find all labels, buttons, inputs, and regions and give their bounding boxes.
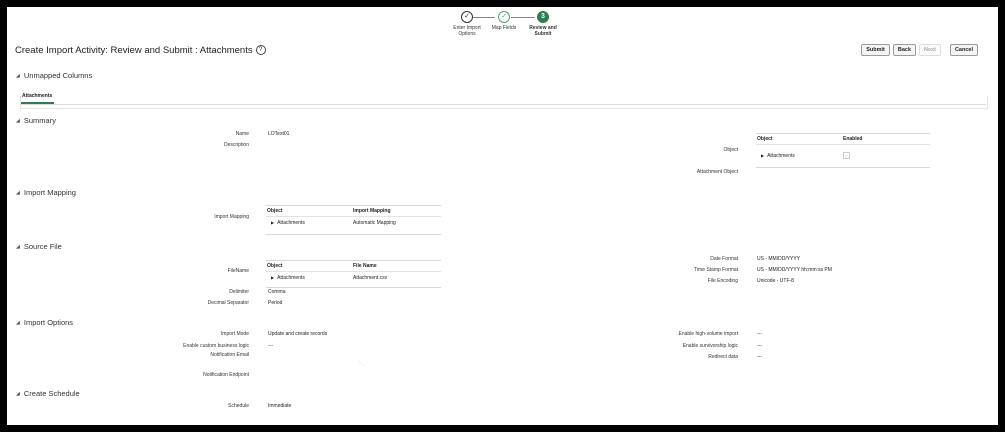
help-icon[interactable]: ?	[255, 45, 266, 56]
unmapped-tab-panel	[20, 96, 988, 109]
col-header-file-name: File Name	[353, 263, 377, 269]
filename-label: FileName	[227, 268, 249, 274]
section-title: Summary	[23, 116, 56, 125]
collapse-triangle-icon[interactable]: ◢	[16, 244, 20, 250]
description-label: Description	[223, 142, 249, 148]
enabled-checkbox: ✓	[843, 152, 850, 159]
train-step-review-and-submit[interactable]: 3 Review and Submit	[513, 11, 573, 37]
col-header-object: Object	[757, 136, 773, 142]
section-title: Import Options	[23, 318, 74, 327]
collapse-triangle-icon[interactable]: ◢	[16, 391, 20, 397]
file-encoding-value: Unicode - UTF-8	[757, 278, 794, 284]
table-row[interactable]: ▶ Attachments	[271, 275, 305, 281]
expand-arrow-icon[interactable]: ▶	[271, 275, 274, 280]
train-step-label: Review and Submit	[513, 25, 573, 37]
back-button[interactable]: Back	[892, 44, 917, 56]
notification-email-label: Notification Email	[210, 352, 249, 358]
collapse-triangle-icon[interactable]: ◢	[16, 118, 20, 124]
collapse-triangle-icon[interactable]: ◢	[16, 73, 20, 79]
table-header-divider	[756, 144, 930, 145]
decimal-separator-label: Decimal Separator	[207, 300, 249, 306]
table-row[interactable]: ▶ Attachments	[271, 220, 305, 226]
row-mapping-value: Automatic Mapping	[353, 220, 396, 226]
attachment-object-label: Attachment Object	[696, 169, 738, 175]
table-row[interactable]: ▶ Attachments	[761, 153, 795, 159]
schedule-label: Schedule	[228, 403, 249, 409]
date-format-label: Date Format	[710, 256, 738, 262]
submit-button[interactable]: Submit	[861, 44, 890, 56]
col-header-enabled: Enabled	[843, 136, 863, 142]
section-unmapped-columns[interactable]: ◢ Unmapped Columns	[16, 71, 92, 80]
file-encoding-label: File Encoding	[707, 278, 738, 284]
check-icon: ✓	[461, 11, 473, 23]
survivorship-logic-value: ---	[757, 343, 762, 349]
page-title-text: Create Import Activity: Review and Submi…	[15, 45, 253, 56]
timestamp-format-label: Time Stamp Format	[694, 267, 738, 273]
object-label: Object	[723, 147, 738, 153]
custom-business-logic-label: Enable custom business logic	[183, 343, 249, 349]
schedule-value: Immediate	[268, 403, 292, 409]
high-volume-import-value: ---	[757, 331, 762, 337]
next-button[interactable]: Next	[919, 44, 941, 56]
date-format-value: US - MM/DD/YYYY	[757, 256, 801, 262]
import-mapping-table: Object Import Mapping ▶ Attachments Autom…	[266, 205, 441, 235]
name-value: LOTest01	[268, 131, 290, 137]
row-file-name-value: Attachment.csv	[353, 275, 388, 281]
section-title: Source File	[23, 242, 62, 251]
step-number-icon: 3	[537, 11, 549, 23]
name-label: Name	[235, 131, 249, 137]
collapse-triangle-icon[interactable]: ◢	[16, 190, 20, 196]
col-header-object: Object	[267, 263, 283, 269]
redirect-data-label: Redirect data	[708, 354, 738, 360]
train-step-label-line2: Options	[458, 31, 476, 37]
redirect-data-value: ---	[757, 354, 762, 360]
expand-arrow-icon[interactable]: ▶	[271, 220, 274, 225]
resize-grip-icon[interactable]: ⋱	[359, 361, 364, 367]
table-header-divider	[266, 216, 441, 217]
section-create-schedule[interactable]: ◢ Create Schedule	[16, 389, 80, 398]
row-object-value: Attachments	[277, 220, 305, 226]
delimiter-value: Comma	[268, 289, 286, 295]
notification-endpoint-label: Notification Endpoint	[203, 372, 249, 378]
timestamp-format-value: US - MM/DD/YYYY hh:mm:ss PM	[757, 267, 832, 273]
survivorship-logic-label: Enable survivorship logic	[682, 343, 738, 349]
section-title: Import Mapping	[23, 188, 76, 197]
section-import-options[interactable]: ◢ Import Options	[16, 318, 73, 327]
progress-train: ✓ Enter Import Options ✓ Map Fields 3 Rev…	[447, 11, 577, 51]
row-object-value: Attachments	[767, 153, 795, 159]
col-header-import-mapping: Import Mapping	[353, 208, 391, 214]
collapse-triangle-icon[interactable]: ◢	[16, 320, 20, 326]
import-mode-label: Import Mode	[220, 331, 249, 337]
page-title: Create Import Activity: Review and Submi…	[15, 45, 266, 56]
expand-arrow-icon[interactable]: ▶	[761, 153, 764, 158]
screenshot-frame: ✓ Enter Import Options ✓ Map Fields 3 Rev…	[0, 0, 1005, 432]
page-body: ✓ Enter Import Options ✓ Map Fields 3 Rev…	[7, 7, 998, 425]
import-mode-value: Update and create records	[268, 331, 328, 337]
section-title: Create Schedule	[23, 389, 80, 398]
cancel-button[interactable]: Cancel	[949, 44, 978, 56]
section-source-file[interactable]: ◢ Source File	[16, 242, 62, 251]
decimal-separator-value: Period	[268, 300, 283, 306]
custom-business-logic-value: ---	[268, 343, 273, 349]
train-step-label-line2: Submit	[534, 31, 552, 37]
toolbar: Submit Back Next Cancel	[861, 44, 978, 56]
summary-object-table: Object Enabled ▶ Attachments ✓	[756, 133, 930, 168]
section-title: Unmapped Columns	[23, 71, 93, 80]
section-import-mapping[interactable]: ◢ Import Mapping	[16, 188, 76, 197]
table-header-divider	[266, 271, 441, 272]
high-volume-import-label: Enable high-volume import	[678, 331, 738, 337]
section-summary[interactable]: ◢ Summary	[16, 116, 56, 125]
import-mapping-label: Import Mapping	[214, 214, 249, 220]
source-file-table: Object File Name ▶ Attachments Attachment…	[266, 260, 441, 288]
delimiter-label: Delimiter	[229, 289, 249, 295]
col-header-object: Object	[267, 208, 283, 214]
row-object-value: Attachments	[277, 275, 305, 281]
check-icon: ✓	[498, 11, 510, 23]
